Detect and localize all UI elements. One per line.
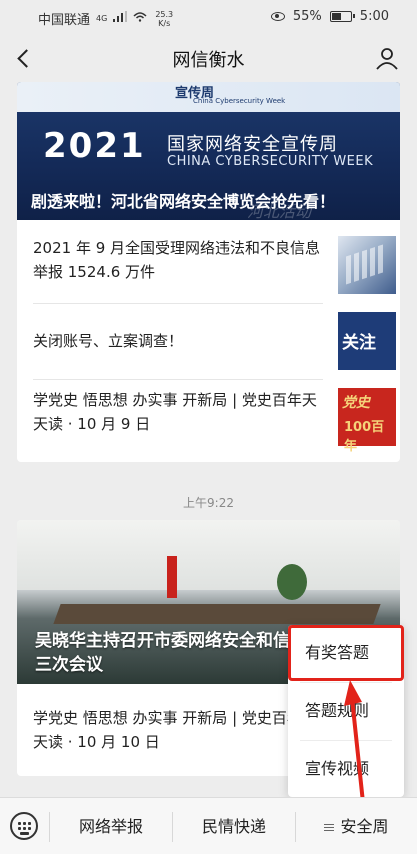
wifi-icon bbox=[133, 11, 147, 26]
menu-item-video[interactable]: 宣传视频 bbox=[288, 741, 404, 797]
clock: 5:00 bbox=[359, 9, 389, 24]
hero-week-en: CHINA CYBERSECURITY WEEK bbox=[167, 154, 374, 169]
list-item-title: 2021 年 9 月全国受理网络违法和不良信息举报 1524.6 万件 bbox=[33, 239, 321, 281]
tab-public-opinion[interactable]: 民情快递 bbox=[173, 798, 295, 854]
tab-report[interactable]: 网络举报 bbox=[50, 798, 172, 854]
list-item-title: 学党史 悟思想 办实事 开新局 | 党史百年天天读 · 10 月 9 日 bbox=[33, 391, 317, 433]
network-speed: 25.3 K/s bbox=[155, 10, 173, 28]
carrier-label: 中国联通 bbox=[38, 13, 91, 28]
thumbnail-label-bottom: 100百年 bbox=[344, 420, 385, 454]
list-item-thumbnail: 关注 bbox=[338, 312, 396, 370]
battery-icon bbox=[329, 11, 355, 22]
speed-unit: K/s bbox=[158, 18, 171, 28]
thumbnail-label-top: 党史 bbox=[342, 395, 370, 411]
list-item-title: 学党史 悟思想 办实事 开新局 | 党史百年天天读 · 10 月 10 日 bbox=[33, 709, 317, 751]
status-left: 中国联通 4G 25.3 K/s bbox=[38, 9, 173, 29]
list-item[interactable]: 学党史 悟思想 办实事 开新局 | 党史百年天天读 · 10 月 9 日 党史 … bbox=[33, 388, 396, 454]
thumbnail-label: 关注 bbox=[342, 333, 376, 353]
popup-menu: 有奖答题 答题规则 宣传视频 bbox=[288, 625, 404, 797]
status-right: 55% 5:00 bbox=[270, 9, 389, 24]
divider bbox=[33, 303, 323, 304]
speed-value: 25.3 bbox=[155, 9, 174, 19]
user-icon[interactable] bbox=[375, 46, 399, 70]
table-graphic bbox=[53, 604, 381, 624]
menu-item-quiz[interactable]: 有奖答题 bbox=[288, 625, 404, 681]
network-label: 4G bbox=[96, 14, 108, 23]
tab-security-week-label: 安全周 bbox=[340, 817, 389, 836]
title-bar: 网信衡水 bbox=[0, 34, 417, 82]
hero-week-cn: 国家网络安全宣传周 bbox=[167, 134, 338, 155]
hero-year: 2021 bbox=[43, 126, 146, 166]
menu-lines-icon bbox=[324, 823, 335, 832]
message-timestamp: 上午9:22 bbox=[183, 496, 234, 510]
menu-item-rules[interactable]: 答题规则 bbox=[288, 683, 404, 739]
signal-icon bbox=[113, 11, 128, 26]
list-item-thumbnail bbox=[338, 236, 396, 294]
hero-article-1[interactable]: 宣传周 China Cybersecurity Week 2021 国家网络安全… bbox=[17, 82, 400, 220]
list-item[interactable]: 关闭账号、立案调查！ 关注 bbox=[33, 312, 396, 370]
keyboard-icon[interactable] bbox=[10, 812, 38, 840]
list-item-thumbnail: 党史 100百年 bbox=[338, 388, 396, 454]
plant-graphic bbox=[277, 564, 307, 600]
status-bar: 中国联通 4G 25.3 K/s 55% 5:00 bbox=[0, 0, 417, 34]
hero-wall bbox=[17, 520, 400, 590]
flag-graphic bbox=[167, 556, 177, 598]
list-item-title: 关闭账号、立案调查！ bbox=[33, 332, 184, 350]
hero-watermark: 河北活动 bbox=[247, 202, 312, 220]
battery-percent: 55% bbox=[292, 9, 322, 24]
article-card-1: 宣传周 China Cybersecurity Week 2021 国家网络安全… bbox=[17, 82, 400, 462]
bottom-menu-bar: 网络举报 民情快递 安全周 bbox=[0, 797, 417, 854]
page-title: 网信衡水 bbox=[172, 50, 245, 71]
list-item[interactable]: 2021 年 9 月全国受理网络违法和不良信息举报 1524.6 万件 bbox=[33, 236, 396, 294]
eye-comfort-icon bbox=[270, 12, 285, 21]
tab-security-week[interactable]: 安全周 bbox=[296, 798, 417, 854]
divider bbox=[33, 379, 323, 380]
hero-brand-en: China Cybersecurity Week bbox=[193, 97, 286, 105]
